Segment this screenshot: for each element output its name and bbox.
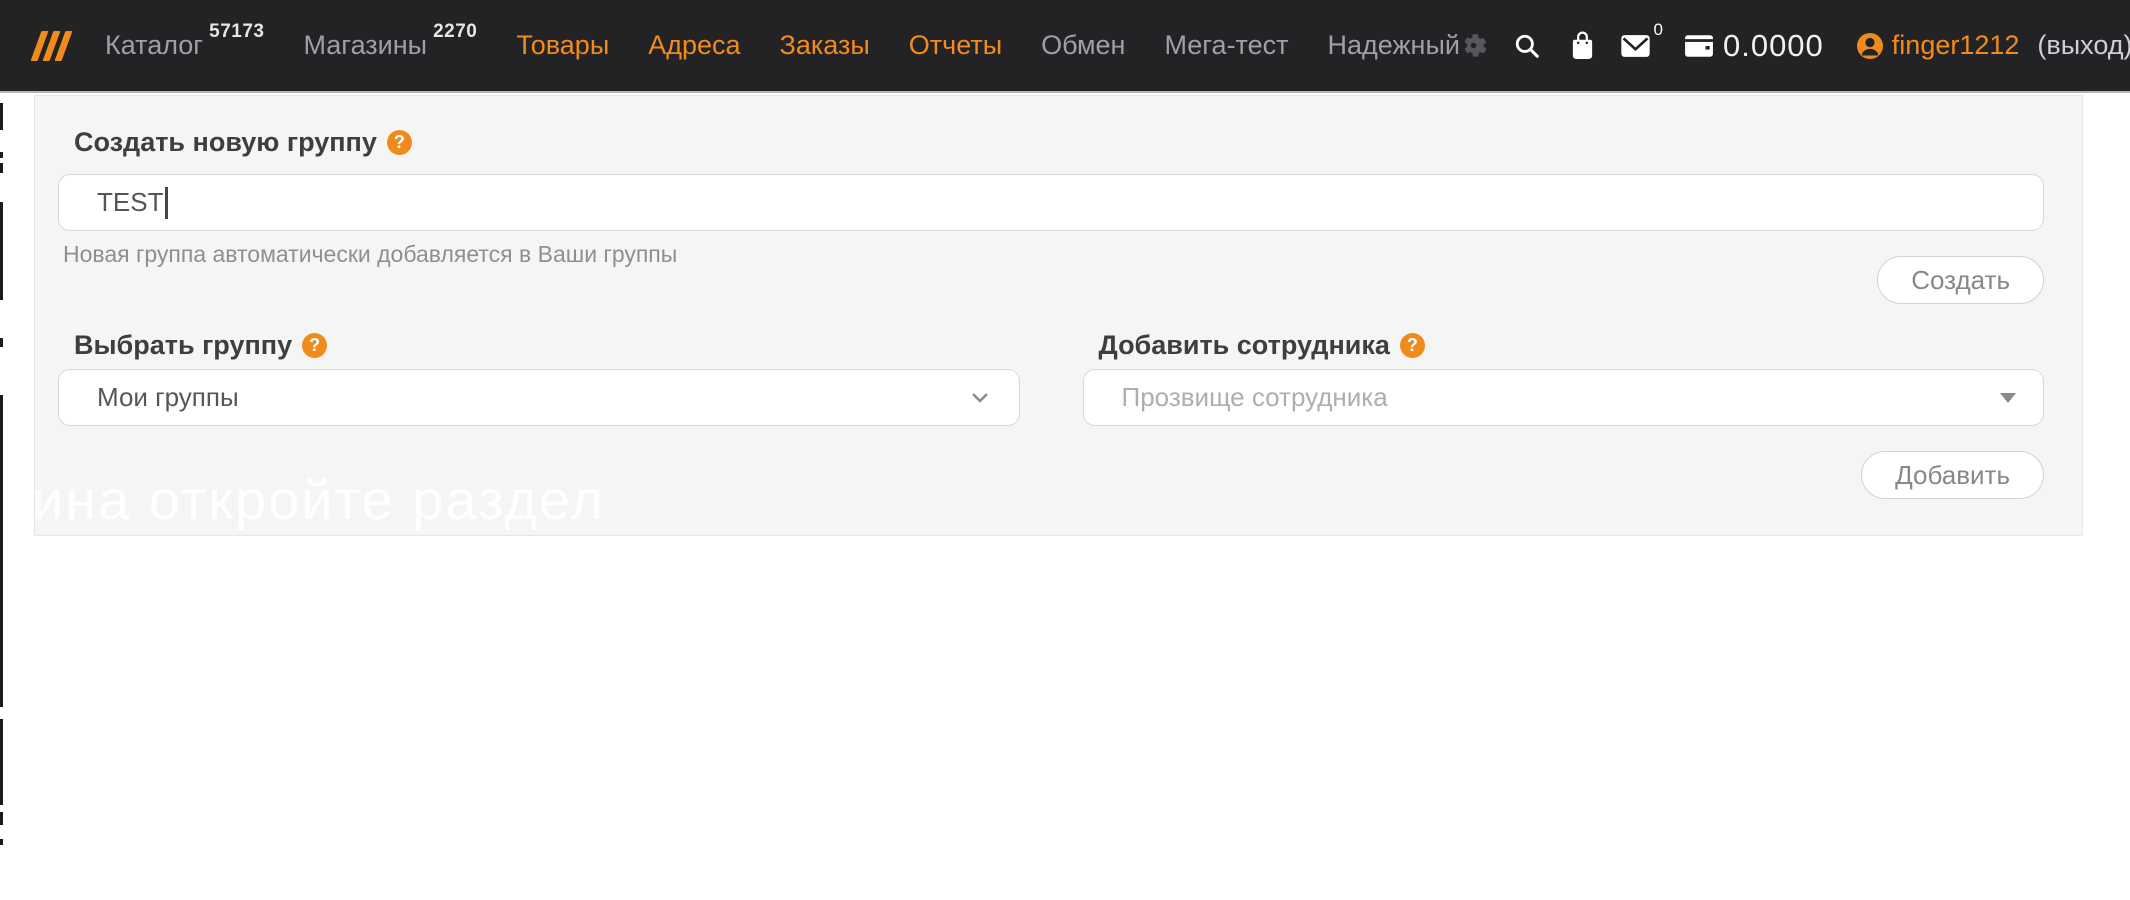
nav-item-shops[interactable]: Магазины 2270	[304, 30, 478, 61]
help-icon[interactable]: ?	[302, 333, 327, 358]
username-link[interactable]: finger1212	[1892, 30, 2020, 61]
user-icon[interactable]	[1856, 32, 1884, 60]
nav-item-reliable[interactable]: Надежный	[1328, 30, 1460, 61]
mail-icon[interactable]: 0	[1620, 34, 1651, 58]
group-select-value: Мои группы	[97, 382, 239, 413]
add-button[interactable]: Добавить	[1861, 451, 2044, 499]
nav-item-exchange[interactable]: Обмен	[1041, 30, 1125, 61]
app-logo[interactable]	[36, 31, 67, 61]
group-select[interactable]: Мои группы	[58, 369, 1020, 426]
create-group-helper-text: Новая группа автоматически добавляется в…	[63, 243, 677, 266]
nav-item-reports[interactable]: Отчеты	[909, 30, 1002, 61]
create-group-helper-row: Новая группа автоматически добавляется в…	[58, 243, 2044, 304]
nav-item-orders[interactable]: Заказы	[780, 30, 870, 61]
add-employee-column: Добавить сотрудника ? Добавить	[1083, 332, 2045, 499]
add-employee-label: Добавить сотрудника ?	[1099, 332, 2045, 359]
logout-link[interactable]: (выход)	[2037, 30, 2130, 61]
nav-item-catalog[interactable]: Каталог 57173	[105, 30, 265, 61]
select-group-label: Выбрать группу ?	[74, 332, 1020, 359]
text-cursor	[165, 187, 168, 219]
create-button[interactable]: Создать	[1877, 256, 2044, 304]
groups-panel: Создать новую группу ? TEST Новая группа…	[34, 95, 2083, 536]
top-navbar: Каталог 57173 Магазины 2270 Товары Адрес…	[0, 0, 2130, 93]
nav-item-products[interactable]: Товары	[516, 30, 609, 61]
gear-icon[interactable]	[1460, 32, 1487, 59]
help-icon[interactable]: ?	[1400, 333, 1425, 358]
nav-item-addresses[interactable]: Адреса	[648, 30, 740, 61]
search-icon[interactable]	[1514, 33, 1540, 59]
wallet-icon[interactable]	[1684, 34, 1714, 58]
nav-item-mega-test[interactable]: Мега-тест	[1164, 30, 1288, 61]
chevron-down-icon	[971, 392, 989, 403]
select-group-column: Выбрать группу ? Мои группы	[58, 332, 1020, 499]
new-group-name-input[interactable]: TEST	[58, 174, 2044, 231]
bag-icon[interactable]	[1569, 31, 1596, 60]
shops-count-badge: 2270	[433, 21, 477, 43]
employee-nickname-input[interactable]	[1083, 369, 2045, 426]
create-group-label: Создать новую группу ?	[74, 129, 2044, 156]
catalog-count-badge: 57173	[209, 21, 264, 43]
navbar-right-cluster: 0 0.0000 finger1212 (выход)	[1460, 28, 2130, 64]
new-group-name-value: TEST	[97, 187, 163, 218]
mail-count-badge: 0	[1654, 20, 1663, 40]
main-menu: Каталог 57173 Магазины 2270 Товары Адрес…	[105, 30, 1460, 61]
help-icon[interactable]: ?	[387, 130, 412, 155]
balance-value[interactable]: 0.0000	[1723, 28, 1824, 64]
